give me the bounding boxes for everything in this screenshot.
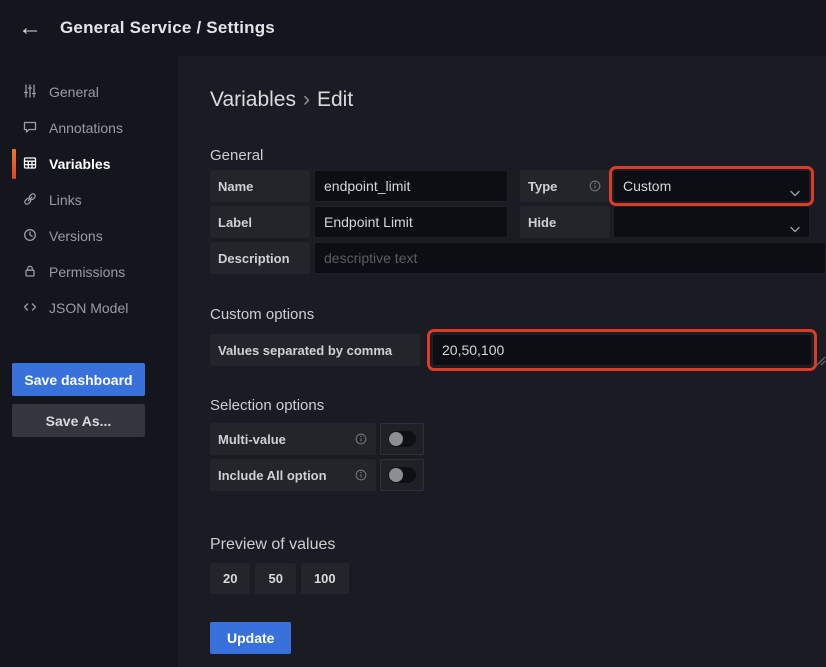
description-label: Description	[210, 242, 310, 274]
back-button[interactable]: ←	[14, 12, 46, 44]
save-dashboard-button[interactable]: Save dashboard	[12, 363, 145, 396]
breadcrumb-separator: ›	[303, 88, 310, 111]
general-form: Name Type Custom Label Hide	[210, 170, 826, 274]
settings-page: ← General Service / Settings General Ann…	[0, 0, 826, 667]
preview-values: 20 50 100	[210, 563, 349, 594]
sidebar-item-json-model[interactable]: JSON Model	[0, 290, 178, 326]
top-header: ← General Service / Settings	[0, 0, 826, 56]
include-all-label-text: Include All option	[218, 468, 327, 483]
info-circle-icon[interactable]	[354, 432, 368, 446]
breadcrumb-edit: Edit	[317, 88, 353, 111]
comment-icon	[22, 119, 38, 138]
info-circle-icon[interactable]	[588, 179, 602, 193]
link-icon	[22, 191, 38, 210]
chevron-down-icon	[790, 184, 800, 200]
table-icon	[22, 155, 38, 174]
multi-value-label-text: Multi-value	[218, 432, 286, 447]
settings-sidebar: General Annotations Variables Links V	[0, 74, 178, 326]
chevron-down-icon	[790, 220, 800, 236]
preview-heading: Preview of values	[210, 536, 335, 554]
name-input[interactable]	[314, 170, 508, 202]
hide-select[interactable]	[613, 206, 810, 238]
history-icon	[22, 227, 38, 246]
general-section-heading: General	[210, 147, 263, 164]
sidebar-item-label: Variables	[49, 156, 111, 172]
toggle-knob	[389, 432, 403, 446]
active-indicator-bar	[12, 149, 16, 179]
description-input[interactable]	[314, 242, 826, 274]
label-input[interactable]	[314, 206, 508, 238]
sidebar-item-links[interactable]: Links	[0, 182, 178, 218]
preview-chip: 50	[255, 563, 295, 594]
name-type-row: Name Type Custom	[210, 170, 826, 202]
values-input-highlight	[432, 334, 812, 366]
sidebar-item-versions[interactable]: Versions	[0, 218, 178, 254]
update-button[interactable]: Update	[210, 622, 291, 654]
preview-chip: 100	[301, 563, 349, 594]
label-hide-row: Label Hide	[210, 206, 826, 238]
sidebar-item-variables[interactable]: Variables	[0, 146, 178, 182]
selection-options-heading: Selection options	[210, 397, 324, 414]
type-label-text: Type	[528, 179, 557, 194]
sidebar-item-label: Annotations	[49, 120, 123, 136]
sidebar-item-label: Permissions	[49, 264, 125, 280]
values-input[interactable]	[432, 334, 812, 366]
include-all-row: Include All option	[210, 459, 424, 491]
hide-label-text: Hide	[528, 215, 556, 230]
sidebar-item-label: JSON Model	[49, 300, 128, 316]
code-icon	[22, 299, 38, 318]
type-select-value: Custom	[623, 178, 671, 194]
type-label: Type	[520, 170, 610, 202]
sidebar-item-general[interactable]: General	[0, 74, 178, 110]
hide-label: Hide	[520, 206, 610, 238]
save-as-button[interactable]: Save As...	[12, 404, 145, 437]
sidebar-item-annotations[interactable]: Annotations	[0, 110, 178, 146]
toggle-track	[388, 431, 416, 447]
sliders-icon	[22, 83, 38, 102]
include-all-label: Include All option	[210, 459, 376, 491]
multi-value-label: Multi-value	[210, 423, 376, 455]
resize-grip-icon[interactable]	[816, 353, 826, 363]
page-title: General Service / Settings	[60, 18, 275, 38]
label-label: Label	[210, 206, 310, 238]
multi-value-toggle[interactable]	[380, 423, 424, 455]
multi-value-row: Multi-value	[210, 423, 424, 455]
toggle-knob	[389, 468, 403, 482]
sidebar-item-permissions[interactable]: Permissions	[0, 254, 178, 290]
type-select[interactable]: Custom	[613, 170, 810, 202]
back-arrow-icon: ←	[18, 14, 42, 42]
sidebar-item-label: Versions	[49, 228, 103, 244]
info-circle-icon[interactable]	[354, 468, 368, 482]
description-row: Description	[210, 242, 826, 274]
sidebar-item-label: Links	[49, 192, 82, 208]
name-label: Name	[210, 170, 310, 202]
include-all-toggle[interactable]	[380, 459, 424, 491]
toggle-track	[388, 467, 416, 483]
custom-options-heading: Custom options	[210, 306, 314, 323]
breadcrumb: Variables › Edit	[210, 88, 353, 112]
preview-chip: 20	[210, 563, 250, 594]
values-separated-label: Values separated by comma	[210, 334, 420, 366]
breadcrumb-variables-link[interactable]: Variables	[210, 88, 296, 111]
values-row: Values separated by comma	[210, 334, 812, 366]
sidebar-item-label: General	[49, 84, 99, 100]
lock-icon	[22, 263, 38, 282]
